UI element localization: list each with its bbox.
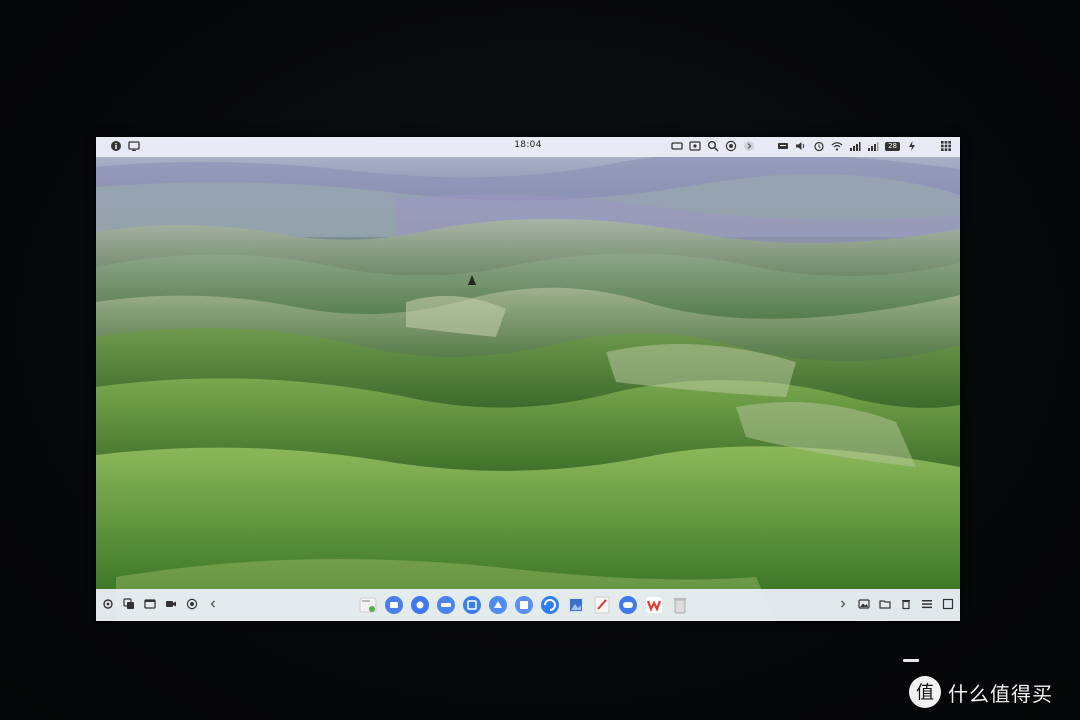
watermark-logo-icon: 值 — [909, 676, 941, 708]
hills-wallpaper — [96, 137, 960, 621]
display-icon[interactable] — [671, 140, 683, 152]
chevron-icon[interactable] — [743, 140, 755, 152]
chat-app[interactable] — [618, 595, 638, 615]
power-indicator-light — [903, 659, 919, 662]
photo-icon[interactable] — [858, 598, 870, 610]
tasklist-icon[interactable] — [921, 598, 933, 610]
svg-text:值: 值 — [916, 683, 934, 704]
app-launcher-row — [358, 595, 690, 615]
multitask-icon[interactable] — [123, 598, 135, 610]
search-icon[interactable] — [707, 140, 719, 152]
grid-menu-icon[interactable] — [940, 140, 952, 152]
blue-app-6[interactable] — [514, 595, 534, 615]
show-desktop-icon[interactable] — [942, 598, 954, 610]
blue-app-4[interactable] — [462, 595, 482, 615]
trash-app[interactable] — [670, 595, 690, 615]
taskbar-dock — [96, 589, 960, 621]
cast-icon[interactable] — [689, 140, 701, 152]
signal2-icon — [867, 140, 879, 152]
record-icon[interactable] — [725, 140, 737, 152]
expand-right-icon[interactable] — [837, 598, 849, 610]
window-icon[interactable] — [144, 598, 156, 610]
blue-app-2[interactable] — [410, 595, 430, 615]
volume-icon[interactable] — [795, 140, 807, 152]
watermark-text: 什么值得买 — [948, 681, 1053, 706]
camera-icon[interactable] — [165, 598, 177, 610]
browser-app[interactable] — [540, 595, 560, 615]
blue-app-1[interactable] — [384, 595, 404, 615]
signal-icon — [849, 140, 861, 152]
battery-icon — [906, 140, 918, 152]
wps-app[interactable] — [644, 595, 664, 615]
watermark: 值 什么值得买 — [908, 675, 1053, 709]
collapse-left-icon[interactable] — [207, 598, 219, 610]
notes-app[interactable] — [592, 595, 612, 615]
blue-app-3[interactable] — [436, 595, 456, 615]
file-manager-app[interactable] — [358, 595, 378, 615]
wifi-icon[interactable] — [831, 140, 843, 152]
monitor-screen: 18:04 28 — [96, 137, 960, 621]
trash-small-icon[interactable] — [900, 598, 912, 610]
settings-icon[interactable] — [102, 598, 114, 610]
blue-app-5[interactable] — [488, 595, 508, 615]
alarm-icon[interactable] — [813, 140, 825, 152]
image-viewer-app[interactable] — [566, 595, 586, 615]
battery-level-badge: 28 — [885, 141, 900, 151]
keyboard-icon[interactable] — [777, 140, 789, 152]
top-status-bar: 18:04 28 — [96, 137, 960, 157]
folder-icon[interactable] — [879, 598, 891, 610]
screen-record-icon[interactable] — [186, 598, 198, 610]
